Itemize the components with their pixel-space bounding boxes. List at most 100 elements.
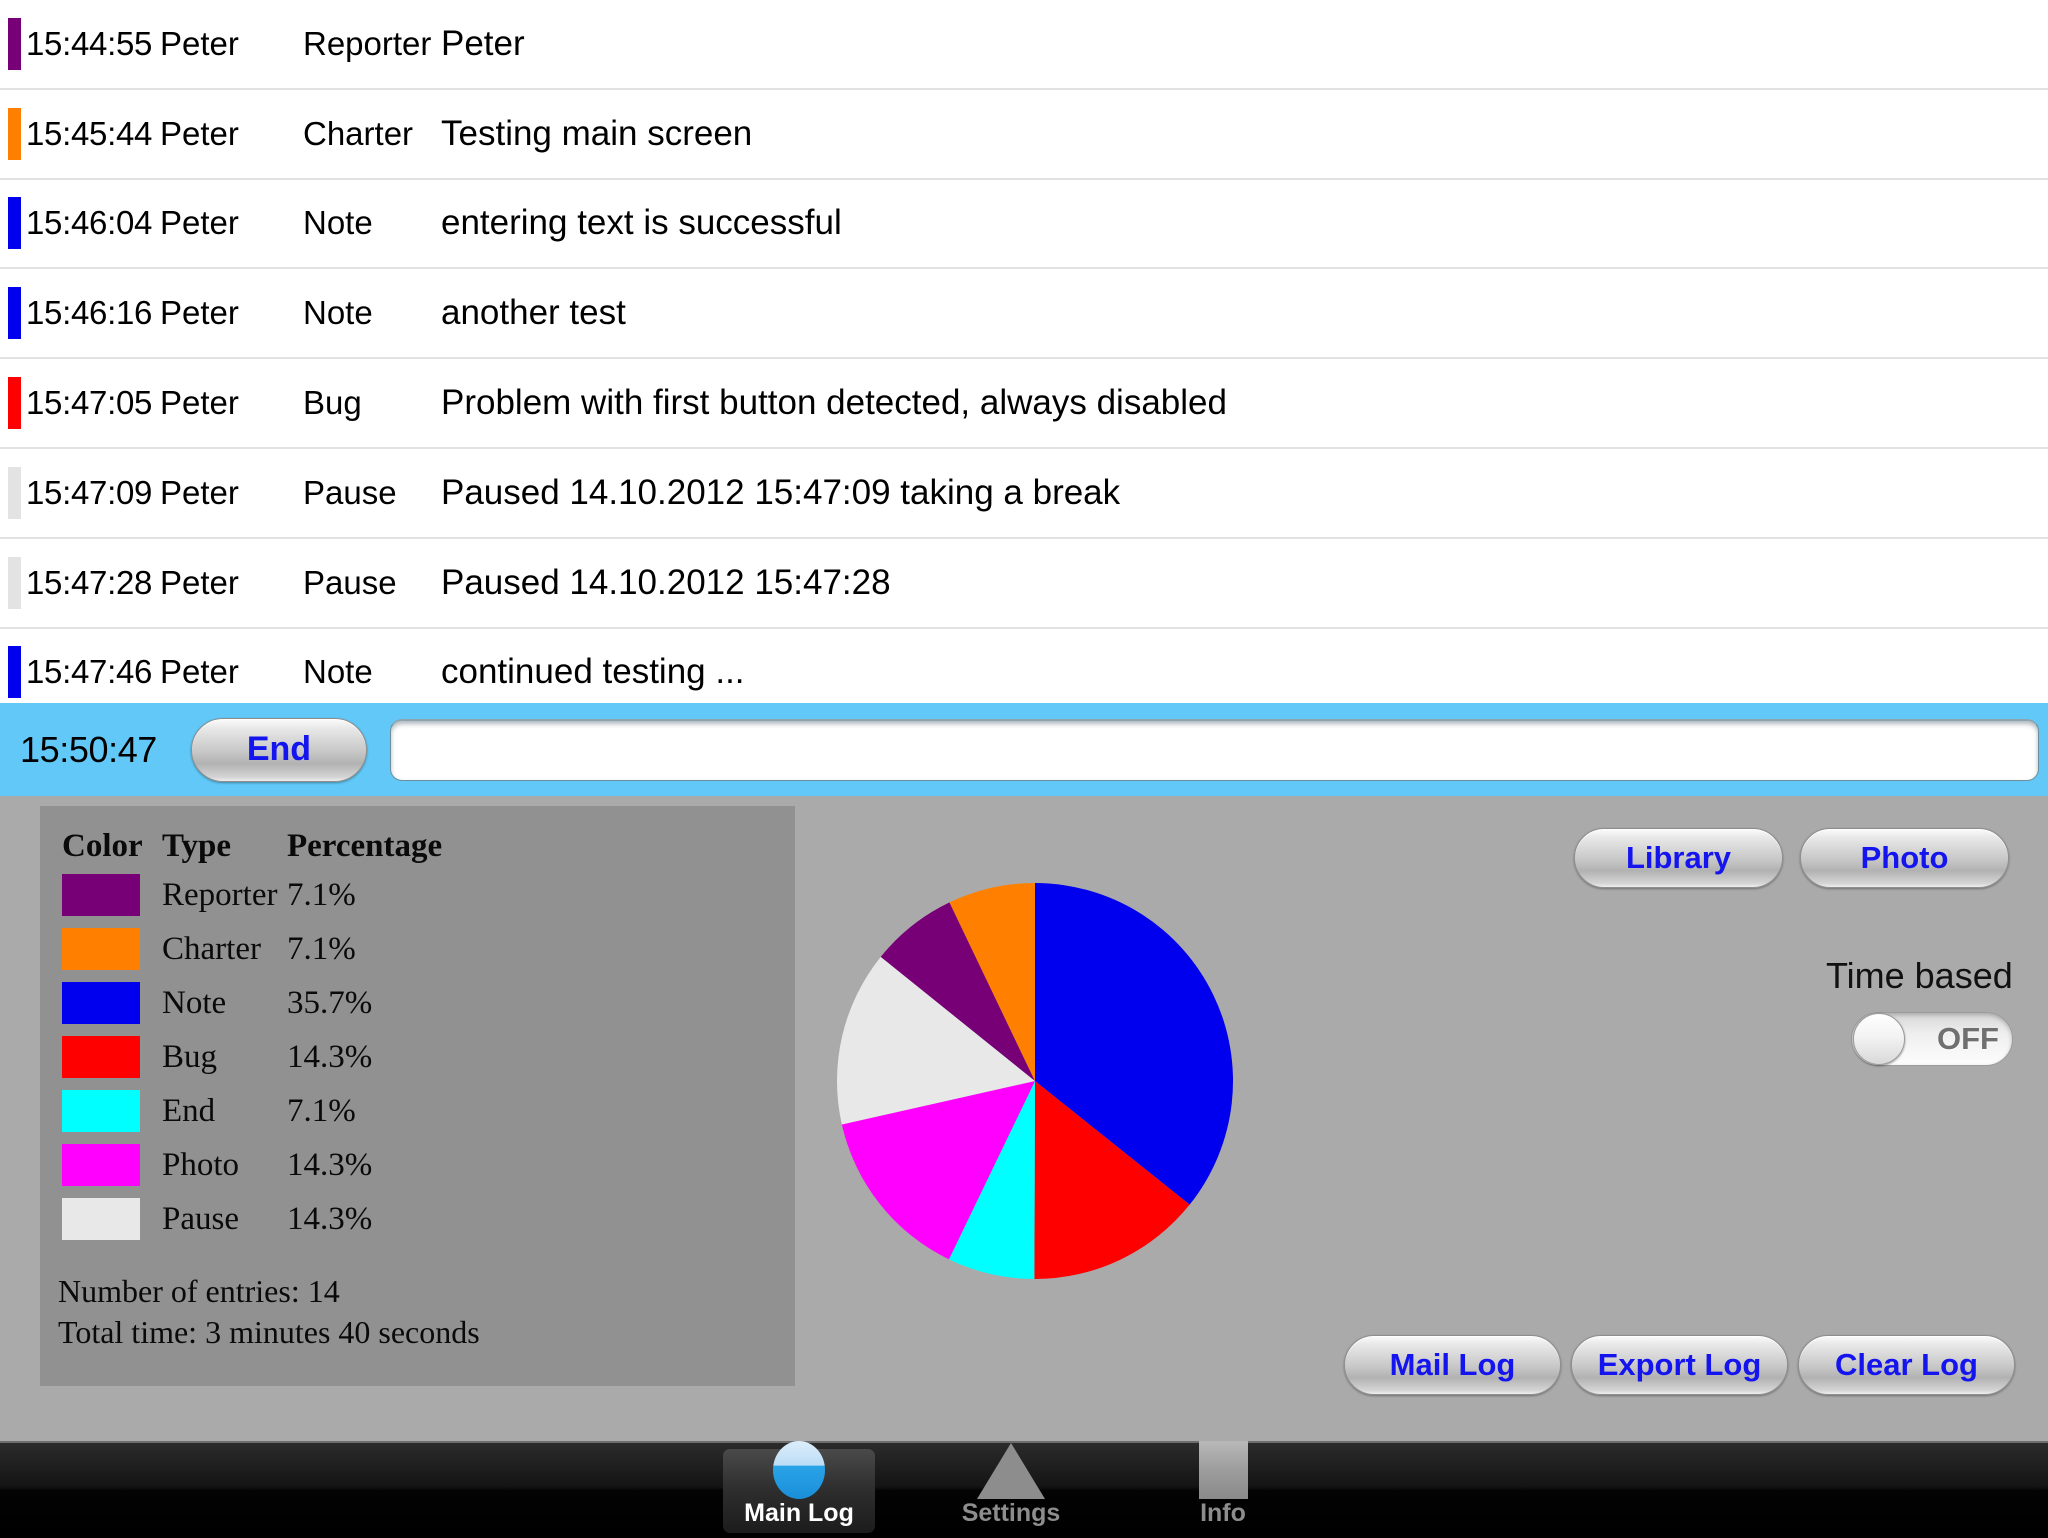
row-type: Pause	[303, 473, 397, 511]
mail-log-button[interactable]: Mail Log	[1344, 1335, 1561, 1395]
legend-percentage-value: 7.1%	[287, 1092, 356, 1129]
row-type: Note	[303, 294, 373, 332]
tab-settings[interactable]: Settings	[935, 1443, 1087, 1533]
legend-swatch-cell	[62, 982, 162, 1024]
row-user: Peter	[160, 384, 239, 422]
library-button[interactable]: Library	[1574, 828, 1783, 888]
row-text: another test	[441, 293, 626, 333]
row-text: Problem with first button detected, alwa…	[441, 383, 1227, 423]
tab-icon	[1198, 1441, 1248, 1499]
time-based-toggle-state: OFF	[1937, 1021, 1999, 1056]
row-type: Bug	[303, 384, 362, 422]
table-row[interactable]: 15:47:09 Peter Pause Paused 14.10.2012 15:4…	[0, 448, 2048, 539]
table-row[interactable]: 15:46:16 Peter Note another test	[0, 269, 2048, 360]
row-time: 15:47:28	[26, 563, 153, 601]
legend-percentage-value: 7.1%	[287, 930, 356, 967]
row-user: Peter	[160, 563, 239, 601]
legend-row: Pause 14.3%	[62, 1192, 487, 1246]
session-clock: 15:50:47	[20, 728, 157, 770]
tab-info[interactable]: Info	[1147, 1441, 1299, 1533]
row-type: Reporter	[303, 24, 432, 62]
row-type-color-bar	[8, 107, 21, 160]
time-based-label: Time based	[1826, 955, 2013, 996]
legend-type-label: Pause	[162, 1200, 239, 1237]
legend-percentage-value: 35.7%	[287, 984, 373, 1021]
app-root: 15:44:55 Peter Reporter Peter 15:45:44 Peter C…	[0, 0, 2048, 1538]
legend-header-color: Color	[62, 827, 143, 864]
tab-main-log[interactable]: Main Log	[723, 1441, 875, 1533]
row-type-color-bar	[8, 377, 21, 430]
row-time: 15:46:16	[26, 294, 153, 332]
pie-chart-svg	[837, 883, 1233, 1279]
clear-log-button[interactable]: Clear Log	[1798, 1335, 2015, 1395]
row-type-color-bar	[8, 197, 21, 250]
legend-swatch-cell	[62, 874, 162, 916]
row-time: 15:47:05	[26, 384, 153, 422]
legend-color-swatch	[62, 874, 140, 916]
legend-table: Color Type Percentage Reporter 7.1% Charte…	[62, 824, 487, 1246]
table-row[interactable]: 15:46:04 Peter Note entering text is succes…	[0, 179, 2048, 270]
legend-row: Bug 14.3%	[62, 1030, 487, 1084]
pie-chart	[835, 881, 1235, 1281]
row-type: Note	[303, 204, 373, 242]
table-row[interactable]: 15:45:44 Peter Charter Testing main screen	[0, 89, 2048, 180]
legend-row: Note 35.7%	[62, 976, 487, 1030]
legend-row: End 7.1%	[62, 1084, 487, 1138]
row-type-color-bar	[8, 466, 21, 519]
legend-percentage-value: 14.3%	[287, 1200, 373, 1237]
tab-label: Main Log	[744, 1499, 854, 1527]
row-type-color-bar	[8, 287, 21, 340]
row-time: 15:47:09	[26, 473, 153, 511]
row-user: Peter	[160, 473, 239, 511]
legend-color-swatch	[62, 1198, 140, 1240]
circle-icon	[773, 1441, 825, 1499]
legend-type-label: Charter	[162, 930, 261, 967]
time-based-toggle[interactable]: OFF	[1851, 1012, 2013, 1066]
row-text: continued testing ...	[441, 652, 745, 692]
legend-header-percentage: Percentage	[287, 827, 443, 864]
table-row[interactable]: 15:44:55 Peter Reporter Peter	[0, 0, 2048, 90]
tab-bar: Main Log Settings Info	[0, 1441, 2048, 1538]
legend-color-swatch	[62, 928, 140, 970]
legend-percentage-value: 7.1%	[287, 876, 356, 913]
legend-rows: Reporter 7.1% Charter 7.1% Note 35.7% Bug 14.3%…	[62, 868, 487, 1246]
row-time: 15:45:44	[26, 114, 153, 152]
tab-label: Info	[1200, 1499, 1246, 1527]
legend-header-type: Type	[162, 827, 232, 864]
legend-header-row: Color Type Percentage	[62, 824, 487, 868]
row-text: Paused 14.10.2012 15:47:09 taking a brea…	[441, 472, 1121, 512]
entries-count-line: Number of entries: 14	[58, 1273, 340, 1309]
row-user: Peter	[160, 204, 239, 242]
entry-toolbar: 15:50:47 End	[0, 703, 2048, 796]
row-time: 15:47:46	[26, 653, 153, 691]
row-type-color-bar	[8, 646, 21, 699]
end-button[interactable]: End	[190, 717, 367, 782]
row-time: 15:46:04	[26, 204, 153, 242]
row-type-color-bar	[8, 556, 21, 609]
legend-panel: Color Type Percentage Reporter 7.1% Charte…	[40, 806, 795, 1386]
legend-row: Photo 14.3%	[62, 1138, 487, 1192]
legend-type-label: Note	[162, 984, 227, 1021]
log-list[interactable]: 15:44:55 Peter Reporter Peter 15:45:44 Peter C…	[0, 0, 2048, 719]
table-row[interactable]: 15:47:05 Peter Bug Problem with first butto…	[0, 359, 2048, 449]
legend-swatch-cell	[62, 1090, 162, 1132]
legend-type-label: End	[162, 1092, 216, 1129]
photo-button[interactable]: Photo	[1800, 828, 2009, 888]
row-user: Peter	[160, 294, 239, 332]
toggle-knob[interactable]	[1853, 1013, 1905, 1065]
table-row[interactable]: 15:47:28 Peter Pause Paused 14.10.2012 15:4…	[0, 538, 2048, 629]
legend-swatch-cell	[62, 1198, 162, 1240]
legend-swatch-cell	[62, 1144, 162, 1186]
tab-label: Settings	[961, 1499, 1061, 1527]
legend-swatch-cell	[62, 928, 162, 970]
row-type: Note	[303, 653, 373, 691]
legend-color-swatch	[62, 982, 140, 1024]
triangle-icon	[977, 1443, 1045, 1499]
legend-color-swatch	[62, 1144, 140, 1186]
legend-row: Charter 7.1%	[62, 922, 487, 976]
row-time: 15:44:55	[26, 24, 153, 62]
tab-icon	[773, 1441, 825, 1499]
note-input[interactable]	[389, 718, 2039, 781]
export-log-button[interactable]: Export Log	[1571, 1335, 1788, 1395]
row-user: Peter	[160, 114, 239, 152]
